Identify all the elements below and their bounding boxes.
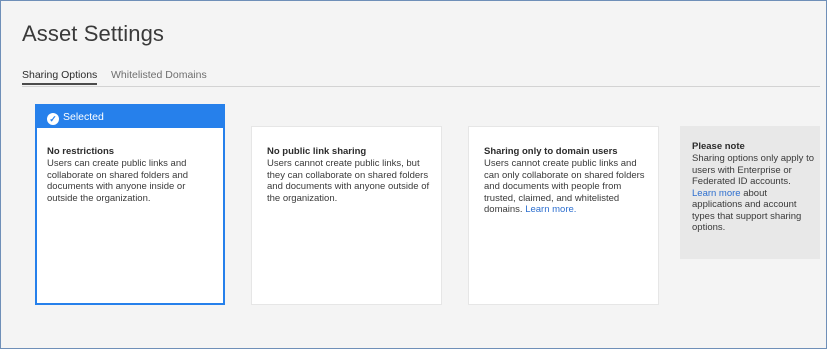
option-no-restrictions[interactable]: ✓ Selected No restrictions Users can crea… — [35, 104, 225, 305]
option-title: No public link sharing — [267, 146, 367, 157]
page-title: Asset Settings — [22, 21, 165, 46]
selected-banner: ✓ Selected — [37, 106, 223, 128]
option-description: Users cannot create public links, but th… — [267, 158, 430, 204]
selected-label: Selected — [63, 111, 104, 123]
option-domain-users-only[interactable]: Sharing only to domain users Users canno… — [468, 126, 659, 305]
note-title: Please note — [692, 141, 745, 152]
option-title: No restrictions — [47, 146, 115, 157]
option-description: Users cannot create public links and can… — [484, 158, 647, 216]
check-circle-icon: ✓ — [47, 113, 59, 125]
note-text-before: Sharing options only apply to users with… — [692, 153, 814, 187]
tab-sharing-options[interactable]: Sharing Options — [22, 69, 98, 85]
asset-settings-panel: Asset Settings Sharing Options Whitelist… — [0, 0, 827, 349]
option-description: Users can create public links and collab… — [47, 158, 189, 204]
tab-bar: Sharing Options Whitelisted Domains — [22, 67, 820, 87]
tab-whitelisted-domains[interactable]: Whitelisted Domains — [111, 69, 207, 81]
please-note-box: Please note Sharing options only apply t… — [680, 126, 820, 259]
note-learn-more-link[interactable]: Learn more — [692, 188, 741, 199]
option-title: Sharing only to domain users — [484, 146, 618, 157]
learn-more-link[interactable]: Learn more. — [525, 204, 576, 215]
option-no-public-link-sharing[interactable]: No public link sharing Users cannot crea… — [251, 126, 442, 305]
note-text: Sharing options only apply to users with… — [692, 153, 816, 234]
